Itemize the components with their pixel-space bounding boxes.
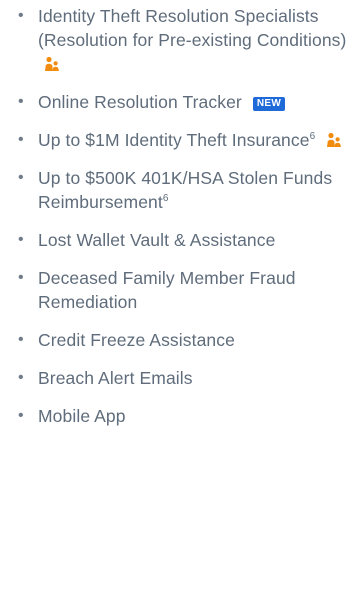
- bullet: •: [18, 131, 24, 148]
- feature-list: • Identity Theft Resolution Specialists …: [0, 0, 363, 428]
- feature-text: Breach Alert Emails: [38, 368, 193, 388]
- feature-text: Mobile App: [38, 406, 126, 426]
- list-item: • Up to $500K 401K/HSA Stolen Funds Reim…: [14, 166, 363, 214]
- bullet: •: [18, 369, 24, 386]
- feature-text: Up to $500K 401K/HSA Stolen Funds Reimbu…: [38, 168, 333, 212]
- feature-text: Online Resolution Tracker: [38, 92, 242, 112]
- list-item: • Lost Wallet Vault & Assistance: [14, 228, 363, 252]
- list-item: • Breach Alert Emails: [14, 366, 363, 390]
- family-icon: [327, 132, 342, 147]
- footnote-marker: 6: [162, 193, 169, 205]
- feature-text: Up to $1M Identity Theft Insurance: [38, 130, 310, 150]
- bullet: •: [18, 231, 24, 248]
- bullet: •: [18, 7, 24, 24]
- list-item: • Deceased Family Member Fraud Remediati…: [14, 266, 363, 314]
- bullet: •: [18, 331, 24, 348]
- feature-text: Deceased Family Member Fraud Remediation: [38, 268, 296, 312]
- new-badge: NEW: [252, 97, 286, 111]
- bullet: •: [18, 407, 24, 424]
- feature-text: Identity Theft Resolution Specialists (R…: [38, 6, 347, 50]
- bullet: •: [18, 93, 24, 110]
- bullet: •: [18, 169, 24, 186]
- bullet: •: [18, 269, 24, 286]
- list-item: • Online Resolution Tracker NEW: [14, 90, 363, 114]
- list-item: • Up to $1M Identity Theft Insurance6: [14, 128, 363, 152]
- footnote-marker: 6: [309, 131, 316, 143]
- feature-text: Credit Freeze Assistance: [38, 330, 235, 350]
- list-item: • Identity Theft Resolution Specialists …: [14, 4, 363, 76]
- list-item: • Mobile App: [14, 404, 363, 428]
- list-item: • Credit Freeze Assistance: [14, 328, 363, 352]
- family-icon: [45, 56, 59, 71]
- feature-text: Lost Wallet Vault & Assistance: [38, 230, 276, 250]
